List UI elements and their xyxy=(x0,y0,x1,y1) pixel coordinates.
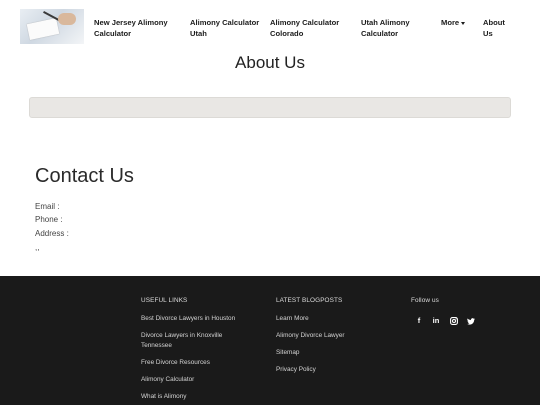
contact-address-label: Address : xyxy=(35,229,69,238)
footer: USEFUL LINKS Best Divorce Lawyers in Hou… xyxy=(0,276,540,405)
nav-more-dropdown[interactable]: More xyxy=(441,17,466,28)
caret-down-icon xyxy=(461,21,466,25)
footer-link-alimony-divorce-lawyer[interactable]: Alimony Divorce Lawyer xyxy=(276,331,386,341)
twitter-icon[interactable] xyxy=(466,316,476,326)
footer-link-what-is-alimony[interactable]: What is Alimony xyxy=(141,392,261,402)
contact-title: Contact Us xyxy=(35,165,134,187)
logo-paper-graphic xyxy=(26,18,60,40)
facebook-icon[interactable]: f xyxy=(414,316,424,326)
footer-link-learn-more[interactable]: Learn More xyxy=(276,314,386,324)
content-placeholder-bar xyxy=(29,97,511,118)
footer-link-privacy-policy[interactable]: Privacy Policy xyxy=(276,365,386,375)
contact-email-label: Email : xyxy=(35,202,60,211)
nav-item-new-jersey-alimony-calculator[interactable]: New Jersey Alimony Calculator xyxy=(94,17,174,39)
footer-link-divorce-lawyers-knoxville[interactable]: Divorce Lawyers in Knoxville Tennessee xyxy=(141,331,251,350)
contact-extra-text: ,, xyxy=(35,243,40,252)
nav-item-utah-alimony-calculator[interactable]: Utah Alimony Calculator xyxy=(361,17,421,39)
footer-link-alimony-calculator[interactable]: Alimony Calculator xyxy=(141,375,261,385)
footer-follow-heading: Follow us xyxy=(411,297,439,304)
site-logo[interactable] xyxy=(20,9,84,44)
linkedin-icon[interactable]: in xyxy=(431,316,441,326)
footer-link-sitemap[interactable]: Sitemap xyxy=(276,348,386,358)
logo-hand-graphic xyxy=(58,13,76,25)
nav-item-about-us[interactable]: About Us xyxy=(483,17,513,39)
navbar: New Jersey Alimony Calculator Alimony Ca… xyxy=(0,0,540,52)
page-title: About Us xyxy=(235,53,305,72)
nav-more-label: More xyxy=(441,18,460,27)
nav-item-alimony-calculator-utah[interactable]: Alimony Calculator Utah xyxy=(190,17,260,39)
footer-blogposts-heading: LATEST BLOGPOSTS xyxy=(276,297,343,304)
instagram-icon[interactable] xyxy=(449,316,459,326)
footer-link-free-divorce-resources[interactable]: Free Divorce Resources xyxy=(141,358,261,368)
nav-item-alimony-calculator-colorado[interactable]: Alimony Calculator Colorado xyxy=(270,17,350,39)
footer-link-best-divorce-lawyers-houston[interactable]: Best Divorce Lawyers in Houston xyxy=(141,314,261,324)
contact-phone-label: Phone : xyxy=(35,215,63,224)
footer-useful-links-heading: USEFUL LINKS xyxy=(141,297,188,304)
